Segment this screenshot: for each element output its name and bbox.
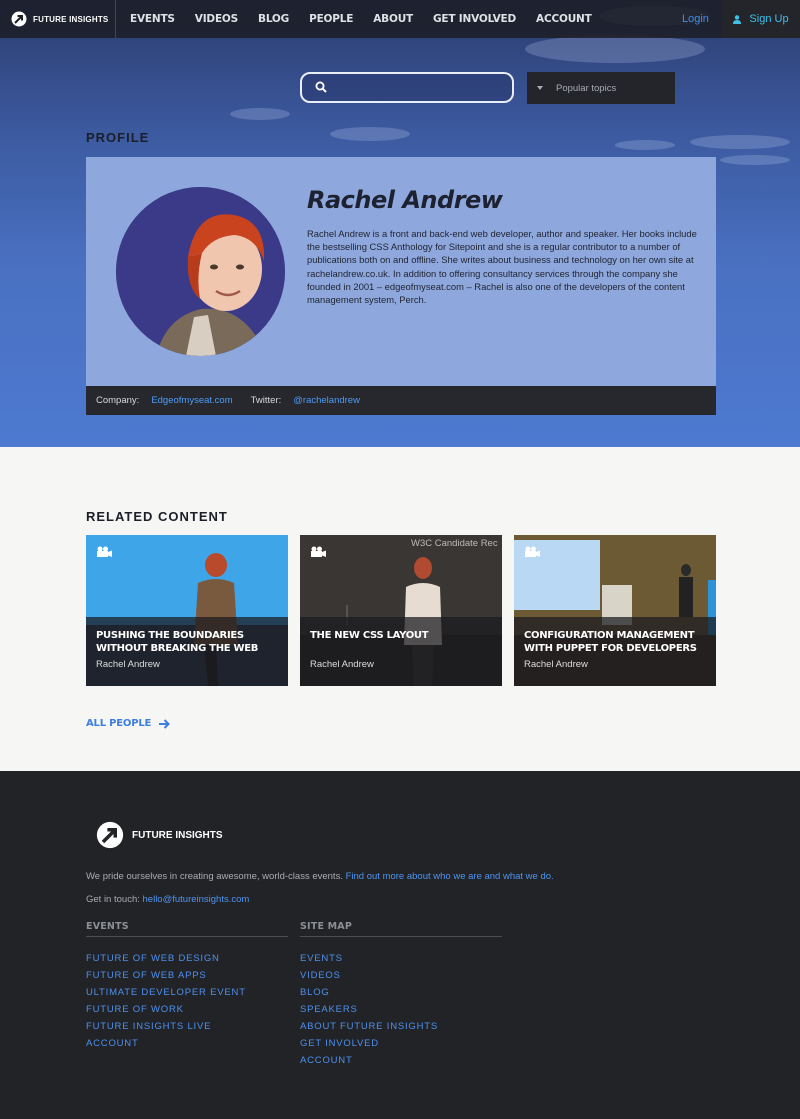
video-camera-icon xyxy=(525,546,540,557)
profile-bio: Rachel Andrew is a front and back-end we… xyxy=(307,228,697,306)
footer-sitemap-title: SITE MAP xyxy=(300,921,502,937)
footer-events-title: EVENTS xyxy=(86,921,288,937)
contact-email-link[interactable]: hello@futureinsights.com xyxy=(143,894,250,905)
footer-brand-name: FUTURE INSIGHTS xyxy=(132,829,223,841)
footer-contact: Get in touch: hello@futureinsights.com xyxy=(86,894,249,905)
footer-events-link[interactable]: FUTURE OF WEB DESIGN xyxy=(86,953,288,970)
footer-events-link[interactable]: ULTIMATE DEVELOPER EVENT xyxy=(86,987,288,1004)
footer-sitemap-link[interactable]: SPEAKERS xyxy=(300,1004,502,1021)
user-icon xyxy=(733,14,742,24)
footer-sitemap-column: SITE MAP EVENTS VIDEOS BLOG SPEAKERS ABO… xyxy=(300,921,502,1072)
hero-background: Popular topics PROFILE Rachel Andrew Rac… xyxy=(0,0,800,447)
footer-about-text: We pride ourselves in creating awesome, … xyxy=(86,871,554,882)
related-video-author: Rachel Andrew xyxy=(96,659,160,670)
twitter-label: Twitter: xyxy=(250,395,282,406)
avatar xyxy=(116,187,285,356)
footer-sitemap-link[interactable]: ACCOUNT xyxy=(300,1055,502,1072)
about-us-link[interactable]: Find out more about who we are and what … xyxy=(346,871,554,882)
search-icon xyxy=(315,81,327,93)
nav-videos[interactable]: VIDEOS xyxy=(195,13,238,25)
search-input[interactable] xyxy=(336,79,506,97)
profile-card: Rachel Andrew Rachel Andrew is a front a… xyxy=(86,157,716,386)
profile-meta-bar: Company: Edgeofmyseat.com Twitter: @rach… xyxy=(86,386,716,415)
related-video-card[interactable]: CONFIGURATION MANAGEMENT WITH PUPPET FOR… xyxy=(514,535,716,686)
contact-label: Get in touch: xyxy=(86,894,140,905)
footer-events-link[interactable]: FUTURE INSIGHTS LIVE xyxy=(86,1021,288,1038)
footer-events-link[interactable]: FUTURE OF WORK xyxy=(86,1004,288,1021)
caret-down-icon xyxy=(537,86,543,90)
nav-get-involved[interactable]: GET INVOLVED xyxy=(433,13,516,25)
footer-sitemap-link[interactable]: VIDEOS xyxy=(300,970,502,987)
related-video-author: Rachel Andrew xyxy=(524,659,588,670)
related-video-card[interactable]: PUSHING THE BOUNDARIES WITHOUT BREAKING … xyxy=(86,535,288,686)
footer-sitemap-link[interactable]: EVENTS xyxy=(300,953,502,970)
company-link[interactable]: Edgeofmyseat.com xyxy=(151,395,232,406)
related-content-title: RELATED CONTENT xyxy=(86,509,228,524)
brand-logo[interactable]: FUTURE INSIGHTS xyxy=(0,0,116,38)
video-camera-icon xyxy=(97,546,112,557)
twitter-link[interactable]: @rachelandrew xyxy=(293,395,360,406)
screen-text: W3C Candidate Rec xyxy=(411,538,498,549)
top-navigation: FUTURE INSIGHTS EVENTS VIDEOS BLOG PEOPL… xyxy=(0,0,800,38)
profile-name: Rachel Andrew xyxy=(307,186,503,214)
footer-sitemap-link[interactable]: GET INVOLVED xyxy=(300,1038,502,1055)
arrow-right-icon xyxy=(159,718,171,729)
nav-events[interactable]: EVENTS xyxy=(130,13,175,25)
login-link[interactable]: Login xyxy=(682,13,709,25)
future-insights-logo-icon xyxy=(96,821,124,849)
related-video-title: THE NEW CSS LAYOUT xyxy=(310,630,429,641)
related-video-card[interactable]: W3C Candidate Rec THE NEW CSS LAYOUT Rac… xyxy=(300,535,502,686)
company-label: Company: xyxy=(96,395,140,406)
popular-topics-dropdown[interactable]: Popular topics xyxy=(527,72,675,104)
footer-sitemap-link[interactable]: ABOUT FUTURE INSIGHTS xyxy=(300,1021,502,1038)
related-video-author: Rachel Andrew xyxy=(310,659,374,670)
all-people-label: ALL PEOPLE xyxy=(86,718,152,729)
all-people-link[interactable]: ALL PEOPLE xyxy=(86,718,171,729)
footer-brand[interactable]: FUTURE INSIGHTS xyxy=(96,821,223,849)
nav-account[interactable]: ACCOUNT xyxy=(536,13,592,25)
nav-blog[interactable]: BLOG xyxy=(258,13,289,25)
footer-sitemap-link[interactable]: BLOG xyxy=(300,987,502,1004)
footer-events-link[interactable]: FUTURE OF WEB APPS xyxy=(86,970,288,987)
nav-links: EVENTS VIDEOS BLOG PEOPLE ABOUT GET INVO… xyxy=(116,0,598,38)
profile-section-title: PROFILE xyxy=(86,130,150,145)
brand-name: FUTURE INSIGHTS xyxy=(33,14,109,24)
future-insights-logo-icon xyxy=(11,11,27,27)
nav-about[interactable]: ABOUT xyxy=(373,13,413,25)
search-box[interactable] xyxy=(300,72,514,103)
nav-people[interactable]: PEOPLE xyxy=(309,13,353,25)
footer-events-link[interactable]: ACCOUNT xyxy=(86,1038,288,1055)
related-video-title: CONFIGURATION MANAGEMENT WITH PUPPET FOR… xyxy=(524,630,697,654)
site-footer: FUTURE INSIGHTS We pride ourselves in cr… xyxy=(0,771,800,1119)
popular-topics-label: Popular topics xyxy=(556,82,617,94)
pride-text: We pride ourselves in creating awesome, … xyxy=(86,871,343,882)
signup-button[interactable]: Sign Up xyxy=(722,0,800,38)
related-video-title: PUSHING THE BOUNDARIES WITHOUT BREAKING … xyxy=(96,630,259,654)
signup-label: Sign Up xyxy=(749,13,789,25)
footer-events-column: EVENTS FUTURE OF WEB DESIGN FUTURE OF WE… xyxy=(86,921,288,1055)
video-camera-icon xyxy=(311,546,326,557)
